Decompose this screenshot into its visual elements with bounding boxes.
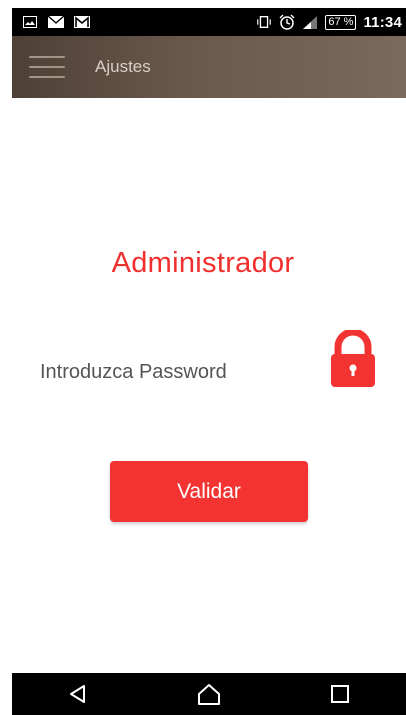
hamburger-menu-icon[interactable] bbox=[29, 52, 65, 82]
gmail-icon bbox=[74, 15, 90, 29]
app-bar-title: Ajustes bbox=[95, 57, 151, 76]
vibrate-icon bbox=[256, 15, 272, 29]
page-title: Administrador bbox=[111, 247, 295, 279]
status-left bbox=[12, 15, 90, 29]
status-time: 11:34 bbox=[363, 13, 402, 31]
image-icon bbox=[22, 15, 38, 29]
signal-icon bbox=[302, 15, 318, 29]
lock-icon[interactable] bbox=[328, 328, 378, 388]
alarm-icon bbox=[279, 14, 295, 30]
home-icon[interactable] bbox=[189, 676, 229, 712]
status-bar: 67 % 11:34 bbox=[12, 8, 406, 36]
status-right: 67 % 11:34 bbox=[256, 14, 406, 31]
validate-button[interactable]: Validar bbox=[110, 461, 308, 522]
screen: 67 % 11:34 Ajustes Administrador Introdu… bbox=[0, 0, 406, 715]
navigation-bar bbox=[12, 673, 406, 715]
battery-indicator: 67 % bbox=[325, 14, 357, 30]
recents-icon[interactable] bbox=[320, 676, 360, 712]
back-icon[interactable] bbox=[58, 676, 98, 712]
email-icon bbox=[48, 15, 64, 29]
password-prompt: Introduzca Password bbox=[40, 361, 227, 383]
app-bar: Ajustes bbox=[12, 36, 406, 98]
